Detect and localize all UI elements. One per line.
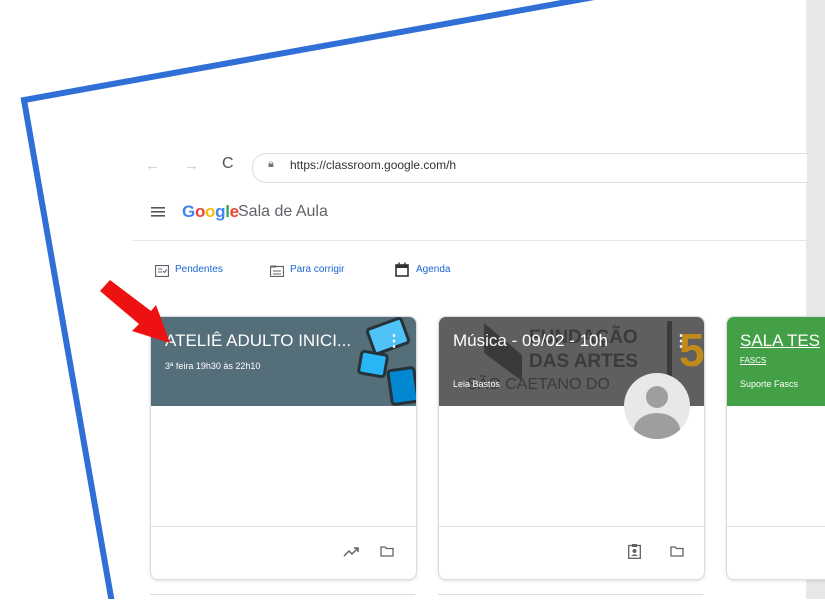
- red-arrow-icon: [100, 280, 170, 343]
- annotation-overlay: [0, 0, 600, 599]
- screenshot: ← → C 🔒︎ https://classroom.google.com/h …: [0, 0, 825, 599]
